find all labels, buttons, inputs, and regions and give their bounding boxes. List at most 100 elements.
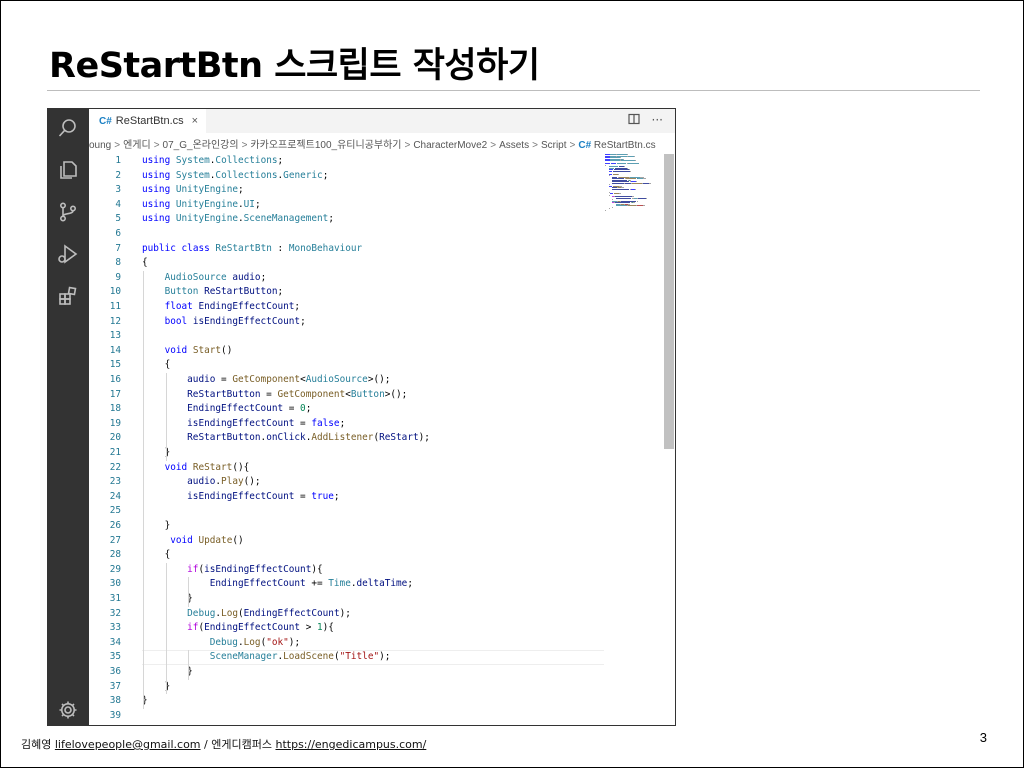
line-content: bool isEndingEffectCount; bbox=[164, 315, 306, 327]
breadcrumb-item[interactable]: Assets bbox=[499, 140, 529, 151]
breadcrumb-item[interactable]: ReStartBtn.cs bbox=[594, 140, 656, 151]
breadcrumb-item[interactable]: CharacterMove2 bbox=[413, 140, 487, 151]
line-number: 3 bbox=[115, 184, 121, 196]
line-content: Debug.Log(EndingEffectCount); bbox=[187, 607, 351, 619]
footer-separator: / bbox=[204, 738, 208, 751]
explorer-icon[interactable] bbox=[57, 159, 79, 181]
code-line[interactable]: 15 { bbox=[89, 358, 604, 373]
line-content: using UnityEngine.SceneManagement; bbox=[142, 213, 334, 225]
code-line[interactable]: 24 isEndingEffectCount = true; bbox=[89, 490, 604, 505]
code-line[interactable]: 28 { bbox=[89, 548, 604, 563]
line-number: 22 bbox=[109, 461, 121, 473]
code-line[interactable]: 4 using UnityEngine.UI; bbox=[89, 198, 604, 213]
extensions-icon[interactable] bbox=[57, 285, 79, 307]
slide-title: ReStartBtn 스크립트 작성하기 bbox=[49, 46, 540, 86]
code-line[interactable]: 1 using System.Collections; bbox=[89, 154, 604, 169]
indent-guide bbox=[188, 650, 190, 680]
run-debug-icon[interactable] bbox=[57, 243, 79, 265]
line-number: 36 bbox=[109, 666, 121, 677]
split-editor-icon[interactable] bbox=[627, 113, 640, 128]
code-line[interactable]: 14 void Start() bbox=[89, 344, 604, 359]
search-icon[interactable] bbox=[57, 117, 79, 139]
breadcrumb-item[interactable]: Script bbox=[541, 140, 567, 151]
line-content: Button ReStartButton; bbox=[164, 286, 284, 298]
line-content: EndingEffectCount = 0; bbox=[187, 403, 312, 415]
line-content: } bbox=[142, 593, 193, 604]
line-content: if(EndingEffectCount > 1){ bbox=[187, 622, 334, 634]
line-number: 4 bbox=[115, 198, 121, 210]
minimap-line bbox=[613, 170, 631, 172]
code-line[interactable]: 38} bbox=[89, 694, 604, 709]
line-number: 13 bbox=[109, 330, 121, 342]
line-number: 35 bbox=[109, 651, 121, 663]
breadcrumb-separator-icon: > bbox=[114, 140, 121, 151]
minimap[interactable] bbox=[605, 154, 663, 214]
footer: 김혜영 lifelovepeople@gmail.com / 엔게디캠퍼스 ht… bbox=[21, 736, 426, 752]
code-line[interactable]: 8{ bbox=[89, 256, 604, 271]
code-line[interactable]: 26 } bbox=[89, 519, 604, 534]
settings-gear-icon[interactable] bbox=[57, 699, 79, 721]
source-control-icon[interactable] bbox=[57, 201, 79, 223]
line-number: 7 bbox=[115, 242, 121, 254]
code-line[interactable]: 39 bbox=[89, 709, 604, 724]
code-line[interactable]: 12 bool isEndingEffectCount; bbox=[89, 315, 604, 330]
line-number: 29 bbox=[109, 563, 121, 575]
close-icon[interactable]: × bbox=[192, 115, 198, 127]
breadcrumb-item[interactable]: oung bbox=[89, 140, 111, 151]
code-line[interactable]: 11 float EndingEffectCount; bbox=[89, 300, 604, 315]
line-number: 37 bbox=[109, 680, 121, 692]
code-line[interactable]: 22 void ReStart(){ bbox=[89, 461, 604, 476]
code-line[interactable]: 27 void Update() bbox=[89, 534, 604, 549]
code-line[interactable]: 6 bbox=[89, 227, 604, 242]
footer-email-link[interactable]: lifelovepeople@gmail.com bbox=[55, 738, 201, 751]
minimap-line bbox=[638, 197, 647, 199]
code-line[interactable]: 23 audio.Play(); bbox=[89, 475, 604, 490]
line-number: 10 bbox=[109, 286, 121, 298]
code-line[interactable]: 2 using System.Collections.Generic; bbox=[89, 169, 604, 184]
line-number: 30 bbox=[109, 578, 121, 590]
line-number: 19 bbox=[109, 417, 121, 429]
minimap-line bbox=[612, 182, 624, 184]
line-number: 34 bbox=[109, 636, 121, 648]
minimap-line bbox=[621, 160, 635, 161]
breadcrumb-separator-icon: > bbox=[241, 140, 248, 151]
line-number: 6 bbox=[115, 228, 121, 239]
indent-guide bbox=[143, 270, 144, 709]
indent-guide bbox=[165, 562, 167, 695]
title-divider bbox=[47, 90, 980, 91]
breadcrumb-item[interactable]: 엔게디 bbox=[123, 140, 151, 151]
vertical-scrollbar-thumb[interactable] bbox=[664, 154, 674, 449]
minimap-line bbox=[619, 193, 622, 194]
editor-actions: ··· bbox=[627, 113, 663, 128]
code-line[interactable]: 5 using UnityEngine.SceneManagement; bbox=[89, 212, 604, 227]
slide: ReStartBtn 스크립트 작성하기 C# ReStartBtn.cs × … bbox=[0, 0, 1024, 768]
tab-restartbtn-cs[interactable]: C# ReStartBtn.cs × bbox=[89, 109, 207, 133]
footer-url-link[interactable]: https://engedicampus.com/ bbox=[275, 738, 426, 751]
breadcrumb-item[interactable]: 카카오프로젝트100_유티니공부하기 bbox=[250, 140, 401, 151]
code-line[interactable]: 9 AudioSource audio; bbox=[89, 271, 604, 286]
code-line[interactable]: 25 bbox=[89, 504, 604, 519]
code-line[interactable]: 10 Button ReStartButton; bbox=[89, 285, 604, 300]
csharp-file-icon: C# bbox=[99, 115, 112, 127]
breadcrumb-separator-icon: > bbox=[569, 140, 576, 151]
code-line[interactable]: 3 using UnityEngine; bbox=[89, 183, 604, 198]
minimap-line bbox=[646, 197, 648, 199]
line-content: audio = GetComponent<AudioSource>(); bbox=[187, 374, 391, 385]
more-actions-icon[interactable]: ··· bbox=[652, 113, 663, 128]
line-number: 12 bbox=[109, 315, 121, 327]
minimap-line bbox=[612, 188, 630, 190]
code-area[interactable]: 1 using System.Collections; 2 using System.… bbox=[89, 154, 609, 725]
breadcrumb-item[interactable]: 07_G_온라인강의 bbox=[163, 140, 239, 151]
code-line[interactable]: 7 public class ReStartBtn : MonoBehaviour bbox=[89, 242, 604, 257]
indent-guide bbox=[188, 577, 190, 607]
minimap-line bbox=[627, 163, 640, 164]
line-number: 24 bbox=[109, 490, 121, 502]
code-line[interactable]: 13 bbox=[89, 329, 604, 344]
csharp-file-icon: C# bbox=[578, 140, 594, 151]
line-number: 25 bbox=[109, 505, 121, 517]
line-content: void Update() bbox=[170, 534, 244, 546]
line-content: if(isEndingEffectCount){ bbox=[187, 563, 323, 575]
minimap-line bbox=[634, 160, 636, 161]
line-content: using UnityEngine.UI; bbox=[142, 198, 261, 210]
line-content: } bbox=[142, 520, 171, 531]
